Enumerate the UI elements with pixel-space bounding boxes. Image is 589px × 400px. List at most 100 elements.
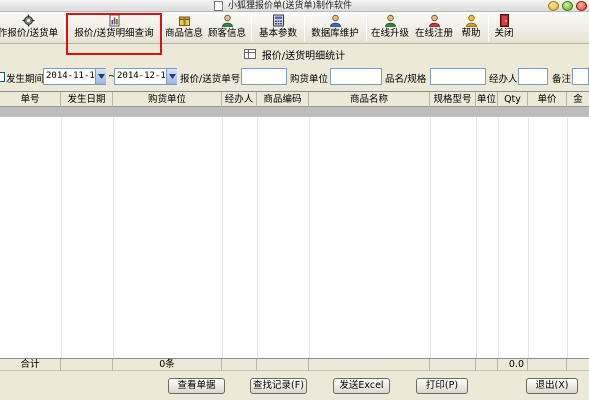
grid-selection-band <box>0 107 589 117</box>
view-document-button[interactable]: 查看单据 <box>168 378 225 394</box>
column-header-date[interactable]: 发生日期 <box>61 92 113 107</box>
note-input[interactable] <box>572 68 589 85</box>
product-input[interactable] <box>430 68 486 85</box>
agent-input[interactable] <box>518 68 548 85</box>
column-header-unit-price[interactable]: 单价 <box>528 92 567 107</box>
column-divider <box>476 117 477 359</box>
date-to-dropdown-icon[interactable] <box>166 69 177 84</box>
column-header-agent[interactable]: 经办人 <box>222 92 257 107</box>
record-count: 0条 <box>113 359 222 371</box>
report-icon <box>108 14 121 27</box>
toolbar-online-upgrade-button[interactable]: 在线升级 <box>369 13 411 43</box>
title-bar: 小狐狸报价单(送货单)制作软件 <box>0 0 589 12</box>
toolbar-basic-params-button[interactable]: 基本参数 <box>255 13 301 43</box>
gear-icon <box>22 14 35 27</box>
toolbar-separator <box>64 15 65 41</box>
column-header-product-name[interactable]: 商品名称 <box>309 92 430 107</box>
maximize-button[interactable] <box>562 1 573 11</box>
total-cell <box>309 359 430 371</box>
app-icon <box>214 1 223 11</box>
toolbar-label: 基本参数 <box>258 28 297 39</box>
column-divider <box>567 117 568 359</box>
toolbar-help-button[interactable]: 帮助 <box>457 13 485 43</box>
toolbar-separator <box>251 15 252 41</box>
toolbar: 作报价/送货单 报价/送货明细查询 商品信息 顾客信息 基本参数 数据库维护 在… <box>0 12 589 44</box>
qty-total: 0.0 <box>498 359 528 371</box>
note-label: 备注 <box>552 74 572 85</box>
package-icon <box>178 14 191 27</box>
total-cell <box>61 359 113 371</box>
toolbar-close-button[interactable]: 关闭 <box>491 13 517 43</box>
window-title: 小狐狸报价单(送货单)制作软件 <box>228 1 353 11</box>
column-divider <box>498 117 499 359</box>
find-record-button[interactable]: 查找记录(F) <box>250 378 307 394</box>
user-icon <box>221 14 234 27</box>
column-divider <box>257 117 258 359</box>
totals-row: 合计 0条 0.0 <box>0 358 589 371</box>
toolbar-separator <box>162 15 163 41</box>
toolbar-online-register-button[interactable]: 在线注册 <box>413 13 455 43</box>
toolbar-label: 商品信息 <box>164 28 203 39</box>
toolbar-separator <box>366 15 367 41</box>
column-header-spec[interactable]: 规格型号 <box>430 92 476 107</box>
user-upgrade-icon <box>384 14 397 27</box>
print-button[interactable]: 打印(P) <box>416 378 468 394</box>
toolbar-separator <box>488 15 489 41</box>
column-divider <box>61 117 62 359</box>
column-header-amount[interactable]: 金 <box>567 92 589 107</box>
total-cell <box>222 359 257 371</box>
agent-label: 经办人 <box>489 74 518 85</box>
calculator-icon <box>272 14 285 27</box>
total-cell <box>476 359 498 371</box>
column-divider <box>113 117 114 359</box>
user-tool-icon <box>329 14 342 27</box>
toolbar-db-maintenance-button[interactable]: 数据库维护 <box>308 13 362 43</box>
close-window-button[interactable] <box>576 1 587 11</box>
exit-door-icon <box>498 14 511 27</box>
order-no-label: 报价/送货单号 <box>180 74 241 85</box>
column-header-product-code[interactable]: 商品编码 <box>257 92 309 107</box>
buyer-label: 购货单位 <box>290 74 329 85</box>
column-divider <box>309 117 310 359</box>
column-header-qty[interactable]: Qty <box>498 92 528 107</box>
toolbar-label: 数据库维护 <box>311 28 359 39</box>
table-icon <box>243 49 256 59</box>
total-cell <box>528 359 567 371</box>
help-icon <box>465 14 478 27</box>
column-divider <box>222 117 223 359</box>
toolbar-label: 顾客信息 <box>207 28 246 39</box>
form-title-bar: 报价/送货明细统计 <box>0 45 589 63</box>
column-divider <box>430 117 431 359</box>
column-divider <box>528 117 529 359</box>
send-excel-button[interactable]: 发送Excel <box>333 378 390 394</box>
minimize-button[interactable] <box>548 1 559 11</box>
column-header-buyer[interactable]: 购货单位 <box>113 92 222 107</box>
buyer-input[interactable] <box>330 68 382 85</box>
toolbar-label: 报价/送货明细查询 <box>74 28 154 39</box>
order-no-input[interactable] <box>241 68 287 85</box>
toolbar-detail-query-button[interactable]: 报价/送货明细查询 <box>70 13 158 43</box>
total-cell <box>257 359 309 371</box>
toolbar-label: 帮助 <box>461 28 481 39</box>
toolbar-product-info-button[interactable]: 商品信息 <box>164 13 204 43</box>
toolbar-label: 作报价/送货单 <box>0 28 59 39</box>
form-title: 报价/送货明细统计 <box>261 50 346 62</box>
date-range-label: 发生期间 <box>6 74 45 85</box>
exit-button[interactable]: 退出(X) <box>526 378 578 394</box>
date-filter-checkbox[interactable] <box>0 72 5 82</box>
toolbar-label: 在线注册 <box>414 28 453 39</box>
total-cell <box>430 359 476 371</box>
filter-bar: 发生期间 2014-11-18 ~ 2014-12-18 报价/送货单号 购货单… <box>0 65 589 87</box>
toolbar-create-order-button[interactable]: 作报价/送货单 <box>0 13 60 43</box>
column-header-order-no[interactable]: 单号 <box>0 92 61 107</box>
toolbar-separator <box>304 15 305 41</box>
column-header-unit[interactable]: 单位 <box>476 92 498 107</box>
date-from-dropdown-icon[interactable] <box>95 69 106 84</box>
toolbar-label: 关闭 <box>494 28 514 39</box>
results-grid[interactable]: 单号 发生日期 购货单位 经办人 商品编码 商品名称 规格型号 单位 Qty 单… <box>0 91 589 359</box>
toolbar-label: 在线升级 <box>370 28 409 39</box>
user-register-icon <box>428 14 441 27</box>
product-label: 品名/规格 <box>385 74 427 85</box>
total-label: 合计 <box>0 359 61 371</box>
toolbar-customer-info-button[interactable]: 顾客信息 <box>206 13 248 43</box>
